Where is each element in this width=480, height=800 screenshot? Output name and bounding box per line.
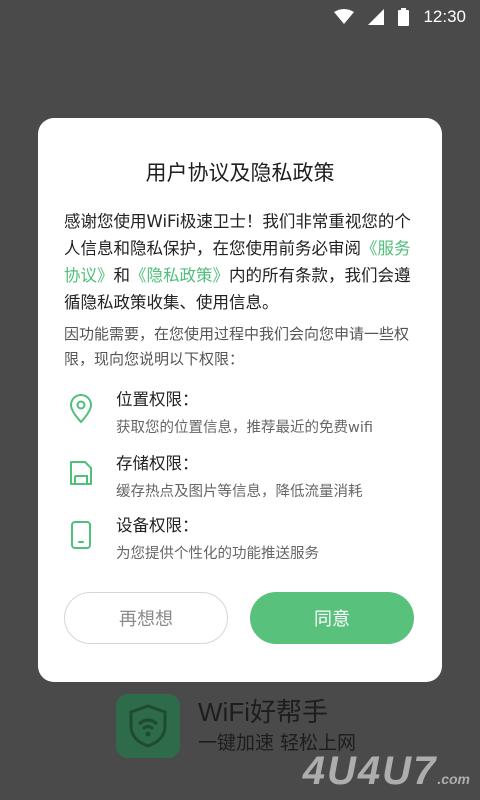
reject-button[interactable]: 再想想 [64,592,228,644]
privacy-dialog: 用户协议及隐私政策 感谢您使用WiFi极速卫士！我们非常重视您的个人信息和隐私保… [38,118,442,682]
permission-item-location: 位置权限： 获取您的位置信息，推荐最近的免费wifi [64,388,424,440]
signal-icon [368,9,385,25]
permission-desc: 为您提供个性化的功能推送服务 [116,546,319,562]
battery-icon [398,8,410,26]
wifi-icon [334,9,355,25]
watermark-logo: 4U4U7.com [302,749,470,793]
permission-title: 位置权限： [116,390,199,409]
agree-button[interactable]: 同意 [250,592,414,644]
permission-title: 存储权限： [116,454,199,473]
app-name: WiFi好帮手 [198,697,328,727]
intro-text: 感谢您使用WiFi极速卫士！我们非常重视您的个人信息和隐私保护，在您使用前务必审… [64,212,411,312]
permission-desc: 获取您的位置信息，推荐最近的免费wifi [116,420,374,436]
permission-intro-text: 因功能需要，在您使用过程中我们会向您申请一些权限，现向您说明以下权限： [64,325,410,368]
dialog-title: 用户协议及隐私政策 [145,161,335,185]
status-time: 12:30 [423,7,466,26]
device-icon [64,518,98,552]
storage-icon [64,456,98,490]
privacy-policy-link[interactable]: 《隐私政策》 [130,266,229,285]
permission-title: 设备权限： [116,516,199,535]
location-pin-icon [64,392,98,426]
permission-desc: 缓存热点及图片等信息，降低流量消耗 [116,484,363,500]
status-bar: 12:30 [0,0,480,34]
permission-item-device: 设备权限： 为您提供个性化的功能推送服务 [64,514,424,566]
permission-item-storage: 存储权限： 缓存热点及图片等信息，降低流量消耗 [64,452,424,504]
app-logo [116,694,180,758]
